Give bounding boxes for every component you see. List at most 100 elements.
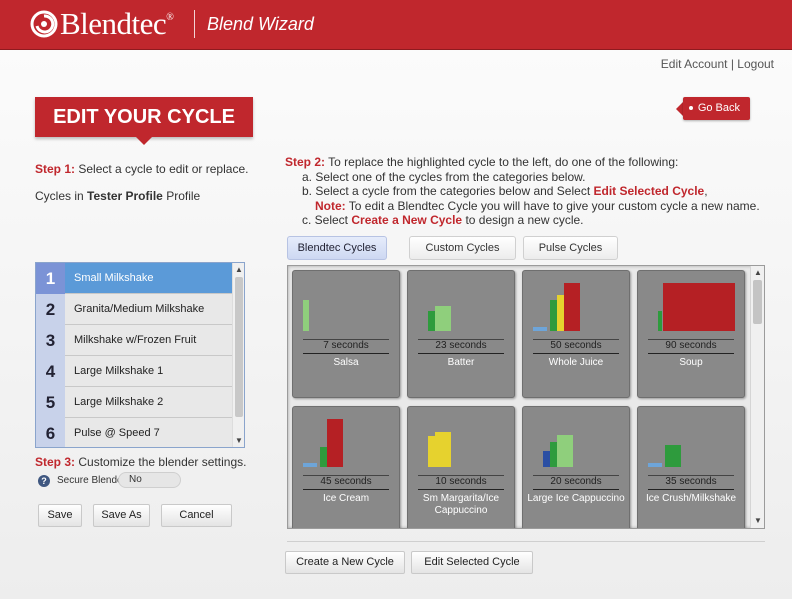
cycle-duration: 90 seconds: [648, 339, 734, 354]
cycle-bar: [564, 283, 580, 331]
cycle-list-item[interactable]: 2 Granita/Medium Milkshake: [36, 294, 232, 325]
cycle-card[interactable]: 50 seconds Whole Juice: [522, 270, 630, 398]
step2-b-suffix: ,: [704, 184, 708, 198]
step3-label: Step 3:: [35, 455, 76, 469]
cycle-card-name: Sm Margarita/Ice Cappuccino: [422, 493, 500, 516]
cycle-list-item[interactable]: 1 Small Milkshake: [36, 263, 232, 294]
cycle-card-name: Ice Cream: [322, 493, 370, 504]
cycle-card[interactable]: 10 seconds Sm Margarita/Ice Cappuccino: [407, 406, 515, 528]
step2-text: To replace the highlighted cycle to the …: [328, 155, 679, 169]
header-divider: [194, 10, 195, 38]
cycle-card-chart: [638, 271, 744, 337]
step3-instruction: Step 3: Customize the blender settings.: [35, 455, 246, 469]
cycle-bar: [435, 306, 451, 331]
cycle-bar: [533, 327, 547, 331]
cycle-name: Large Milkshake 2: [74, 396, 164, 408]
cycle-number: 4: [36, 356, 65, 387]
cycle-card[interactable]: 20 seconds Large Ice Cappuccino: [522, 406, 630, 528]
cycle-number: 3: [36, 325, 65, 356]
cancel-button[interactable]: Cancel: [161, 504, 232, 527]
cycle-card-chart: [293, 271, 399, 337]
app-header: Blendtec® Blend Wizard: [0, 0, 792, 50]
cycle-card-chart: [638, 407, 744, 473]
cycle-bar: [303, 463, 317, 467]
help-icon[interactable]: ?: [38, 475, 50, 487]
cycle-bar: [557, 435, 573, 467]
tab-custom-cycles[interactable]: Custom Cycles: [409, 236, 516, 260]
cycle-card-chart: [408, 407, 514, 473]
cycle-name: Large Milkshake 1: [74, 365, 164, 377]
cycle-duration: 35 seconds: [648, 475, 734, 490]
cycle-bar: [663, 283, 735, 331]
step2-c-suffix: to design a new cycle.: [465, 213, 584, 227]
cycle-duration: 20 seconds: [533, 475, 619, 490]
grid-scroll-thumb[interactable]: [753, 280, 762, 324]
grid-scrollbar[interactable]: ▲ ▼: [750, 266, 764, 528]
step2-option-b: b. Select a cycle from the categories be…: [285, 184, 760, 199]
go-back-dot-icon: [689, 106, 693, 110]
cycle-card[interactable]: 35 seconds Ice Crush/Milkshake: [637, 406, 745, 528]
cycle-card-chart: [293, 407, 399, 473]
cycle-bar: [303, 300, 309, 331]
tab-blendtec-cycles[interactable]: Blendtec Cycles: [287, 236, 387, 260]
logout-link[interactable]: Logout: [737, 57, 774, 71]
edit-account-link[interactable]: Edit Account: [661, 57, 728, 71]
profile-suffix: Profile: [166, 189, 201, 203]
profile-name: Tester Profile: [87, 189, 163, 203]
scroll-down-icon[interactable]: ▼: [233, 434, 244, 447]
cycle-list-item[interactable]: 6 Pulse @ Speed 7: [36, 418, 232, 447]
cycle-card-chart: [523, 407, 629, 473]
cycle-card-name: Batter: [447, 357, 475, 368]
cycle-name: Granita/Medium Milkshake: [74, 303, 205, 315]
cycle-list-scrollbar[interactable]: ▲ ▼: [232, 263, 244, 447]
save-button[interactable]: Save: [38, 504, 82, 527]
cycle-card-name: Ice Crush/Milkshake: [645, 493, 737, 504]
cycle-card[interactable]: 45 seconds Ice Cream: [292, 406, 400, 528]
cycle-list-item[interactable]: 5 Large Milkshake 2: [36, 387, 232, 418]
grid-scroll-down-icon[interactable]: ▼: [751, 514, 764, 527]
banner-notch: [136, 137, 152, 145]
account-separator: |: [730, 57, 734, 71]
cycle-card-name: Large Ice Cappuccino: [527, 493, 625, 504]
tab-pulse-cycles[interactable]: Pulse Cycles: [523, 236, 618, 260]
cycle-bar: [648, 463, 662, 467]
cycle-card[interactable]: 90 seconds Soup: [637, 270, 745, 398]
cycle-duration: 45 seconds: [303, 475, 389, 490]
cycle-card[interactable]: 23 seconds Batter: [407, 270, 515, 398]
cycle-name: Milkshake w/Frozen Fruit: [74, 334, 197, 346]
cycle-list[interactable]: 1 Small Milkshake 2 Granita/Medium Milkshak…: [35, 262, 245, 448]
cycle-list-item[interactable]: 4 Large Milkshake 1: [36, 356, 232, 387]
cycle-duration: 50 seconds: [533, 339, 619, 354]
step2-label: Step 2:: [285, 155, 326, 169]
app-title: Blend Wizard: [207, 14, 314, 34]
go-back-button[interactable]: Go Back: [683, 97, 750, 120]
grid-divider: [287, 541, 765, 542]
step2-note-label: Note:: [315, 198, 346, 213]
blendtec-swirl-icon: [30, 10, 58, 38]
secure-blender-label: Secure Blender: [57, 475, 126, 486]
step3-text: Customize the blender settings.: [78, 455, 247, 469]
cycle-duration: 10 seconds: [418, 475, 504, 490]
save-as-button[interactable]: Save As: [93, 504, 150, 527]
grid-scroll-up-icon[interactable]: ▲: [751, 266, 764, 279]
cycle-duration: 23 seconds: [418, 339, 504, 354]
brand-logo: Blendtec®: [60, 6, 174, 42]
account-links: Edit Account | Logout: [661, 57, 774, 71]
secure-blender-toggle[interactable]: No: [118, 472, 181, 488]
step2-note-text: To edit a Blendtec Cycle you will have t…: [348, 198, 760, 213]
profile-prefix: Cycles in: [35, 189, 84, 203]
cycle-card[interactable]: 7 seconds Salsa: [292, 270, 400, 398]
cycle-list-item[interactable]: 3 Milkshake w/Frozen Fruit: [36, 325, 232, 356]
cycle-bar: [327, 419, 343, 467]
scroll-thumb[interactable]: [235, 277, 243, 417]
cycle-card-name: Whole Juice: [548, 357, 604, 368]
create-new-cycle-button[interactable]: Create a New Cycle: [285, 551, 405, 574]
cycle-bar: [665, 445, 681, 467]
cycle-number: 5: [36, 387, 65, 418]
step2-b-prefix: b. Select a cycle from the categories be…: [302, 184, 591, 198]
scroll-up-icon[interactable]: ▲: [233, 263, 244, 276]
cycle-card-chart: [523, 271, 629, 337]
edit-selected-cycle-button[interactable]: Edit Selected Cycle: [411, 551, 533, 574]
step2-b-link: Edit Selected Cycle: [593, 184, 705, 198]
cycle-card-grid[interactable]: 7 seconds Salsa 23 seconds Batter 50 seconds…: [287, 265, 765, 529]
